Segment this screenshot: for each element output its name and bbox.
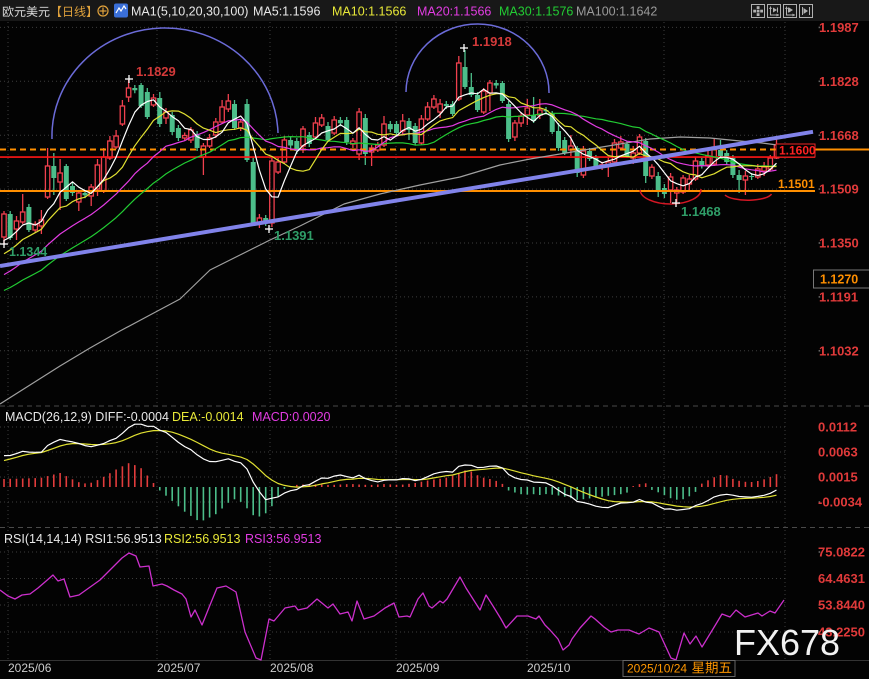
svg-text:0.0063: 0.0063 xyxy=(818,445,858,460)
svg-text:2025/06: 2025/06 xyxy=(8,661,52,675)
svg-text:2025/10/24: 2025/10/24 xyxy=(627,662,687,676)
svg-text:1.1032: 1.1032 xyxy=(819,343,859,358)
svg-text:RSI3:56.9513: RSI3:56.9513 xyxy=(245,532,321,546)
svg-text:1.1918: 1.1918 xyxy=(472,34,512,49)
svg-text:1.1509: 1.1509 xyxy=(819,182,859,197)
svg-text:1.1828: 1.1828 xyxy=(819,74,859,89)
svg-text:MA5:1.1596: MA5:1.1596 xyxy=(253,5,320,19)
svg-text:-0.0034: -0.0034 xyxy=(818,495,863,510)
svg-text:64.4631: 64.4631 xyxy=(818,571,865,586)
svg-text:MACD:0.0020: MACD:0.0020 xyxy=(252,410,331,424)
svg-text:0.0112: 0.0112 xyxy=(818,420,857,435)
svg-text:FX678: FX678 xyxy=(734,622,840,663)
svg-text:1.1191: 1.1191 xyxy=(819,290,858,305)
svg-text:1.1600: 1.1600 xyxy=(779,144,816,158)
svg-text:1.1501: 1.1501 xyxy=(778,177,815,191)
svg-text:1.1270: 1.1270 xyxy=(820,273,858,287)
svg-text:1.1829: 1.1829 xyxy=(136,64,176,79)
svg-text:1.1350: 1.1350 xyxy=(819,236,859,251)
svg-text:MACD(26,12,9) DIFF:-0.0004: MACD(26,12,9) DIFF:-0.0004 xyxy=(5,410,169,424)
svg-text:2025/09: 2025/09 xyxy=(396,661,440,675)
svg-text:MA100:1.1642: MA100:1.1642 xyxy=(576,5,657,19)
svg-text:1.1344: 1.1344 xyxy=(9,245,47,259)
svg-text:2025/10: 2025/10 xyxy=(527,661,571,675)
svg-text:MA20:1.1566: MA20:1.1566 xyxy=(417,5,491,19)
svg-text:MA1(5,10,20,30,100): MA1(5,10,20,30,100) xyxy=(131,5,248,19)
svg-text:2025/07: 2025/07 xyxy=(157,661,201,675)
svg-text:0.0015: 0.0015 xyxy=(818,470,858,485)
svg-text:53.8440: 53.8440 xyxy=(818,598,865,613)
svg-text:1.1987: 1.1987 xyxy=(819,20,859,35)
svg-text:1.1668: 1.1668 xyxy=(819,128,859,143)
svg-text:MA10:1.1566: MA10:1.1566 xyxy=(332,5,406,19)
svg-text:75.0822: 75.0822 xyxy=(818,545,865,560)
svg-text:RSI2:56.9513: RSI2:56.9513 xyxy=(164,532,240,546)
svg-text:1.1391: 1.1391 xyxy=(274,228,314,243)
svg-text:MA30:1.1576: MA30:1.1576 xyxy=(499,5,573,19)
svg-text:RSI(14,14,14) RSI1:56.9513: RSI(14,14,14) RSI1:56.9513 xyxy=(4,532,162,546)
svg-text:1.1468: 1.1468 xyxy=(681,204,721,219)
svg-text:DEA:-0.0014: DEA:-0.0014 xyxy=(172,410,244,424)
svg-text:2025/08: 2025/08 xyxy=(270,661,314,675)
